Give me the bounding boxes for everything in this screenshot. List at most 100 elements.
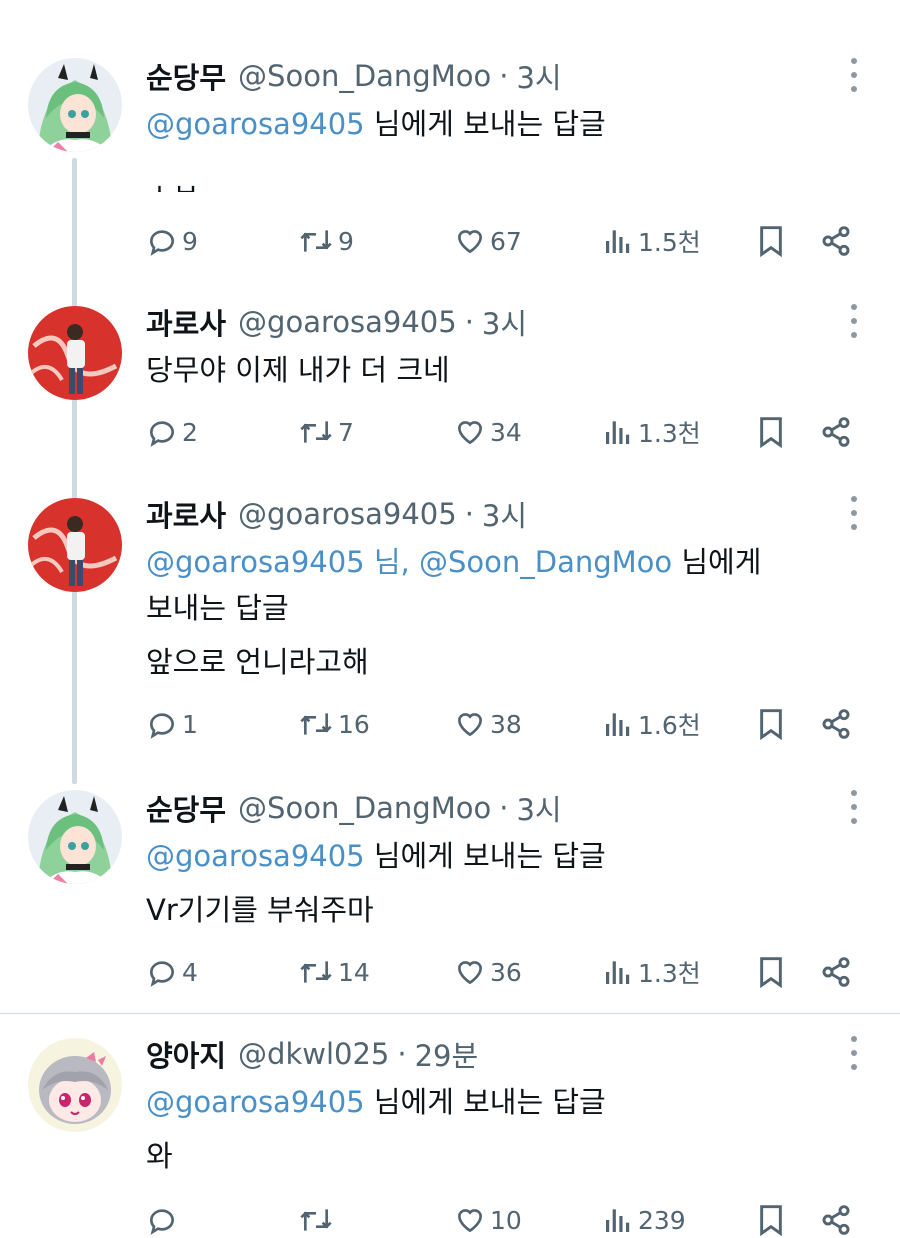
timestamp[interactable]: 29분 bbox=[415, 1033, 479, 1075]
more-options-icon[interactable] bbox=[846, 1036, 862, 1070]
display-name[interactable]: 과로사 bbox=[146, 301, 226, 343]
like-button[interactable]: 10 bbox=[454, 1198, 522, 1238]
more-options-icon[interactable] bbox=[846, 304, 862, 338]
bookmark-button[interactable] bbox=[756, 1198, 786, 1238]
like-count: 34 bbox=[490, 417, 522, 447]
tweet[interactable]: 양아지 @dkwl025 · 29분 @goarosa9405 님에게 보내는 … bbox=[0, 1032, 900, 1238]
views-chart-icon bbox=[602, 225, 634, 257]
retweet-button[interactable]: 9 bbox=[298, 219, 354, 263]
mention-link[interactable]: @goarosa9405 bbox=[146, 839, 365, 873]
more-options-icon[interactable] bbox=[846, 58, 862, 92]
tweet-text: 와 bbox=[146, 1139, 173, 1173]
mention-link[interactable]: @Soon_DangMoo bbox=[419, 545, 672, 579]
separator-dot: · bbox=[464, 305, 474, 339]
retweet-count: 16 bbox=[338, 709, 370, 739]
view-count: 1.6천 bbox=[638, 711, 701, 740]
reply-count: 1 bbox=[182, 709, 198, 739]
timestamp[interactable]: 3시 bbox=[516, 787, 561, 829]
retweet-button[interactable]: 16 bbox=[298, 702, 370, 746]
retweet-count: 14 bbox=[338, 957, 370, 987]
tweet[interactable]: 순당무 @Soon_DangMoo · 3시 @goarosa9405 님에게 … bbox=[0, 786, 900, 1006]
heart-icon bbox=[454, 416, 486, 448]
bookmark-icon bbox=[756, 1204, 786, 1236]
avatar[interactable] bbox=[28, 306, 122, 400]
reply-button[interactable]: 4 bbox=[146, 950, 198, 994]
views-button[interactable]: 239 bbox=[602, 1198, 686, 1238]
display-name[interactable]: 순당무 bbox=[146, 55, 226, 97]
share-button[interactable] bbox=[820, 702, 852, 746]
timestamp[interactable]: 3시 bbox=[482, 301, 527, 343]
bookmark-button[interactable] bbox=[756, 410, 786, 454]
display-name[interactable]: 과로사 bbox=[146, 493, 226, 535]
like-button[interactable]: 67 bbox=[454, 219, 522, 263]
display-name[interactable]: 순당무 bbox=[146, 787, 226, 829]
heart-icon bbox=[454, 708, 486, 740]
reply-icon bbox=[146, 416, 178, 448]
share-button[interactable] bbox=[820, 410, 852, 454]
tweet[interactable]: 과로사 @goarosa9405 · 3시 @goarosa9405 님, @S… bbox=[0, 492, 900, 762]
tweet-divider bbox=[0, 1013, 900, 1014]
tweet[interactable]: 순당무 @Soon_DangMoo · 3시 @goarosa9405 님에게 … bbox=[0, 54, 900, 274]
view-count: 1.3천 bbox=[638, 419, 701, 448]
reply-context: @goarosa9405 님, @Soon_DangMoo 님에게 bbox=[146, 538, 761, 586]
like-button[interactable]: 34 bbox=[454, 410, 522, 454]
views-button[interactable]: 1.5천 bbox=[602, 219, 701, 263]
like-button[interactable]: 36 bbox=[454, 950, 522, 994]
share-button[interactable] bbox=[820, 219, 852, 263]
like-count: 10 bbox=[490, 1205, 522, 1235]
reply-context-text: 님에게 보내는 답글 bbox=[364, 839, 606, 873]
separator-dot: · bbox=[499, 791, 509, 825]
views-button[interactable]: 1.3천 bbox=[602, 950, 701, 994]
bookmark-icon bbox=[756, 416, 786, 448]
bookmark-button[interactable] bbox=[756, 950, 786, 994]
reply-button[interactable] bbox=[146, 1198, 182, 1238]
like-count: 36 bbox=[490, 957, 522, 987]
share-button[interactable] bbox=[820, 950, 852, 994]
timestamp[interactable]: 3시 bbox=[516, 55, 561, 97]
retweet-icon bbox=[298, 416, 334, 448]
user-handle[interactable]: @Soon_DangMoo bbox=[238, 791, 491, 825]
bookmark-button[interactable] bbox=[756, 702, 786, 746]
share-icon bbox=[820, 956, 852, 988]
view-count: 1.5천 bbox=[638, 228, 701, 257]
retweet-button[interactable]: 7 bbox=[298, 410, 354, 454]
reply-icon bbox=[146, 1204, 178, 1236]
action-bar: 9 9 67 1.5천 bbox=[146, 219, 866, 263]
retweet-count: 7 bbox=[338, 417, 354, 447]
display-name[interactable]: 양아지 bbox=[146, 1033, 226, 1075]
views-chart-icon bbox=[602, 416, 634, 448]
avatar[interactable] bbox=[28, 1038, 122, 1132]
user-handle[interactable]: @goarosa9405 bbox=[238, 497, 457, 531]
more-options-icon[interactable] bbox=[846, 496, 862, 530]
bookmark-icon bbox=[756, 956, 786, 988]
reply-context-text: 님에게 bbox=[672, 545, 762, 579]
user-handle[interactable]: @goarosa9405 bbox=[238, 305, 457, 339]
user-handle[interactable]: @dkwl025 bbox=[238, 1037, 389, 1071]
mention-link[interactable]: @goarosa9405 bbox=[146, 1085, 365, 1119]
action-bar: 1 16 38 1.6천 bbox=[146, 702, 866, 746]
action-bar: 2 7 34 1.3천 bbox=[146, 410, 866, 454]
retweet-icon bbox=[298, 708, 334, 740]
mention-link[interactable]: @goarosa9405 bbox=[146, 545, 365, 579]
reply-button[interactable]: 2 bbox=[146, 410, 198, 454]
tweet[interactable]: 과로사 @goarosa9405 · 3시 당무야 이제 내가 더 크네 2 7… bbox=[0, 300, 900, 470]
reply-context: @goarosa9405 님에게 보내는 답글 bbox=[146, 100, 606, 148]
user-handle[interactable]: @Soon_DangMoo bbox=[238, 59, 491, 93]
avatar[interactable] bbox=[28, 790, 122, 884]
views-button[interactable]: 1.3천 bbox=[602, 410, 701, 454]
bookmark-button[interactable] bbox=[756, 219, 786, 263]
like-button[interactable]: 38 bbox=[454, 702, 522, 746]
views-button[interactable]: 1.6천 bbox=[602, 702, 701, 746]
avatar[interactable] bbox=[28, 58, 122, 152]
retweet-button[interactable] bbox=[298, 1198, 338, 1238]
retweet-button[interactable]: 14 bbox=[298, 950, 370, 994]
share-button[interactable] bbox=[820, 1198, 852, 1238]
heart-icon bbox=[454, 225, 486, 257]
mention-link[interactable]: @goarosa9405 bbox=[146, 107, 365, 141]
timestamp[interactable]: 3시 bbox=[482, 493, 527, 535]
reply-button[interactable]: 1 bbox=[146, 702, 198, 746]
share-icon bbox=[820, 225, 852, 257]
avatar[interactable] bbox=[28, 498, 122, 592]
more-options-icon[interactable] bbox=[846, 790, 862, 824]
reply-button[interactable]: 9 bbox=[146, 219, 198, 263]
